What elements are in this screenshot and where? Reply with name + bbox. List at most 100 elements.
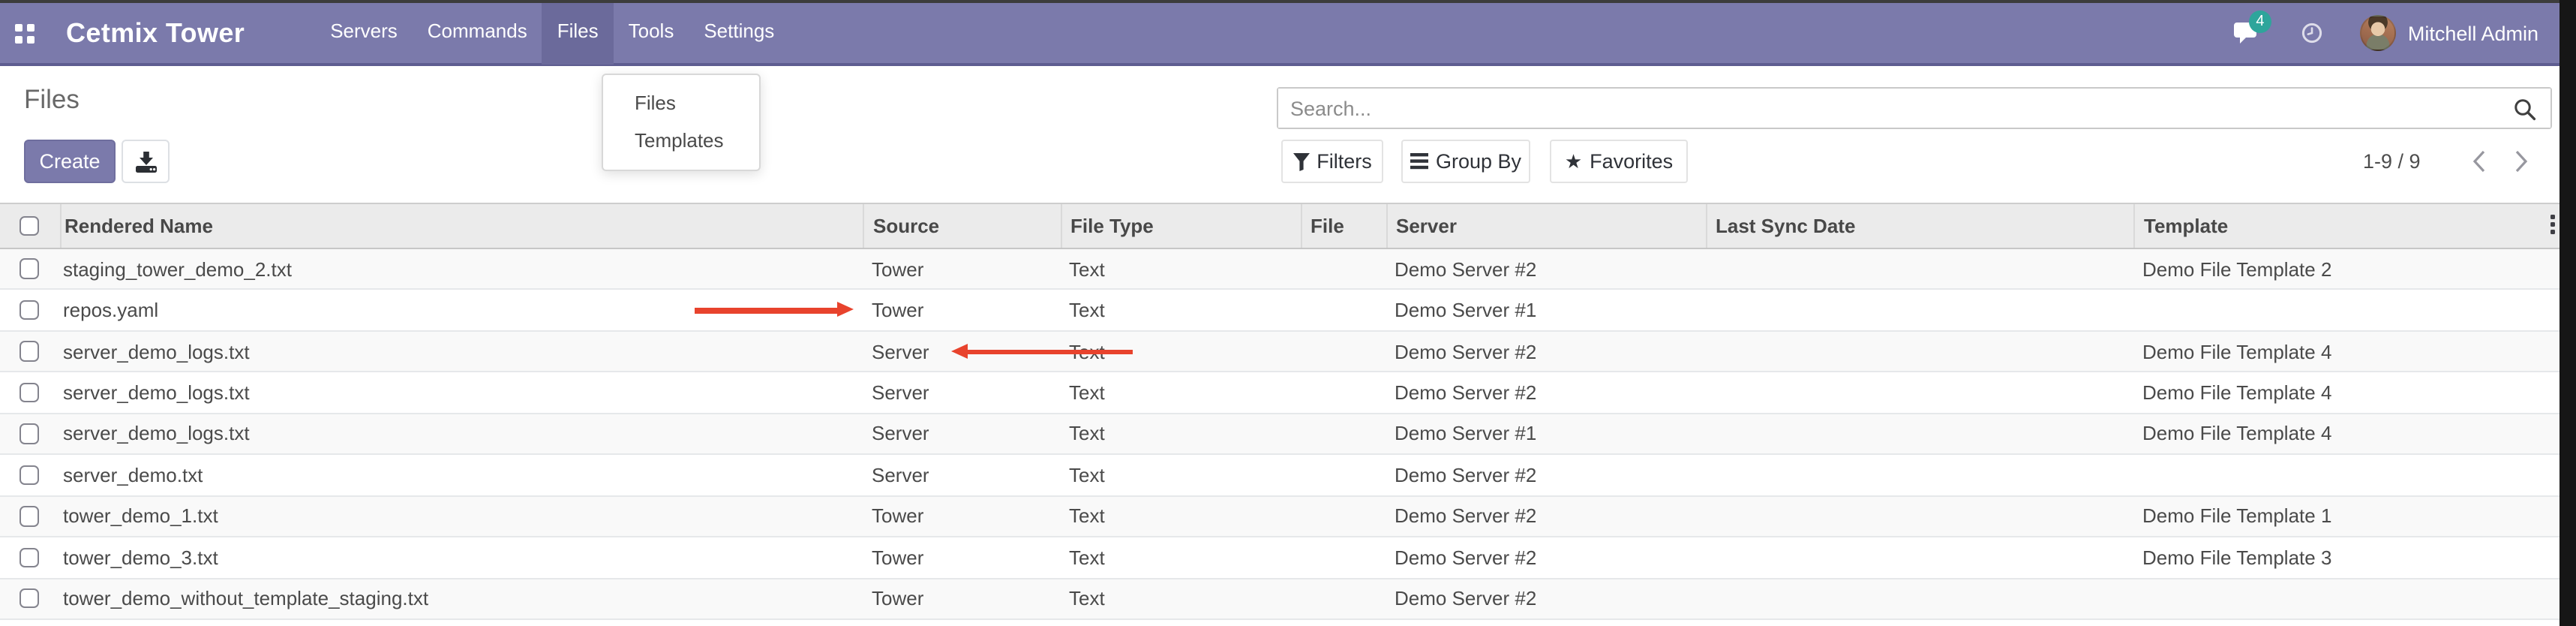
user-avatar[interactable] (2360, 15, 2396, 51)
cell-rendered-name: tower_demo_1.txt (60, 505, 863, 528)
favorites-label: Favorites (1590, 150, 1673, 173)
group-by-button[interactable]: Group By (1401, 140, 1530, 183)
files-list-table: Rendered NameSourceFile TypeFileServerLa… (0, 203, 2576, 620)
row-checkbox-cell (0, 506, 60, 526)
messages-count-badge: 4 (2249, 10, 2271, 32)
column-header-source[interactable]: Source (863, 204, 1060, 248)
column-header-file[interactable]: File (1300, 204, 1386, 248)
table-row[interactable]: tower_demo_3.txtTowerTextDemo Server #2D… (0, 537, 2576, 579)
cell-template: Demo File Template 2 (2133, 257, 2575, 280)
row-checkbox[interactable] (19, 300, 38, 321)
cell-rendered-name: server_demo_logs.txt (60, 381, 863, 404)
column-header-rendered-name[interactable]: Rendered Name (60, 204, 863, 248)
column-header-server[interactable]: Server (1386, 204, 1705, 248)
create-button[interactable]: Create (24, 140, 116, 183)
chevron-left-icon (2472, 150, 2485, 173)
table-row[interactable]: repos.yamlTowerTextDemo Server #1 (0, 290, 2576, 332)
cell-file-type: Text (1060, 587, 1300, 609)
row-checkbox[interactable] (19, 547, 38, 567)
row-checkbox[interactable] (19, 465, 38, 485)
row-checkbox[interactable] (19, 383, 38, 403)
row-checkbox-cell (0, 383, 60, 403)
cell-rendered-name: tower_demo_without_template_staging.txt (60, 587, 863, 609)
window-top-edge (0, 0, 2576, 3)
nav-item-settings[interactable]: Settings (689, 2, 789, 65)
cell-source: Server (863, 464, 1060, 486)
nav-item-servers[interactable]: Servers (315, 2, 413, 65)
export-button[interactable] (122, 140, 170, 183)
cell-file-type: Text (1060, 423, 1300, 445)
cell-rendered-name: server_demo_logs.txt (60, 423, 863, 445)
page-title: Files (24, 84, 80, 116)
pager-next-button[interactable] (2505, 140, 2535, 183)
row-checkbox-cell (0, 423, 60, 444)
row-checkbox[interactable] (19, 423, 38, 444)
cell-file-type: Text (1060, 381, 1300, 404)
optional-columns-toggle-icon[interactable] (2550, 215, 2555, 235)
list-bars-icon (1410, 153, 1428, 170)
row-checkbox[interactable] (19, 588, 38, 609)
activities-button[interactable] (2301, 23, 2322, 44)
select-all-checkbox[interactable] (19, 216, 38, 236)
dropdown-item-templates[interactable]: Templates (603, 122, 759, 159)
search-input[interactable] (1278, 89, 2550, 128)
app-brand-title[interactable]: Cetmix Tower (66, 17, 245, 49)
cell-source: Tower (863, 546, 1060, 569)
cell-file-type: Text (1060, 505, 1300, 528)
filters-button[interactable]: Filters (1281, 140, 1383, 183)
nav-item-tools[interactable]: Tools (614, 2, 689, 65)
dropdown-item-files[interactable]: Files (603, 84, 759, 122)
cell-source: Tower (863, 257, 1060, 280)
table-row[interactable]: staging_tower_demo_2.txtTowerTextDemo Se… (0, 249, 2576, 290)
cell-template: Demo File Template 4 (2133, 381, 2575, 404)
cell-server: Demo Server #2 (1386, 587, 1705, 609)
pager-previous-button[interactable] (2463, 140, 2493, 183)
chevron-right-icon (2514, 150, 2527, 173)
user-name[interactable]: Mitchell Admin (2408, 22, 2538, 44)
favorites-button[interactable]: ★ Favorites (1550, 140, 1688, 183)
files-menu-dropdown: FilesTemplates (602, 74, 761, 171)
column-header-last-sync-date[interactable]: Last Sync Date (1705, 204, 2133, 248)
column-header-file-type[interactable]: File Type (1060, 204, 1300, 248)
app-window: Cetmix Tower ServersCommandsFilesToolsSe… (0, 0, 2576, 626)
navbar-right: 4 Mitchell Admin (2234, 15, 2538, 51)
cell-server: Demo Server #2 (1386, 505, 1705, 528)
table-body: staging_tower_demo_2.txtTowerTextDemo Se… (0, 249, 2576, 620)
cell-source: Server (863, 423, 1060, 445)
cell-template: Demo File Template 3 (2133, 546, 2575, 569)
cell-server: Demo Server #1 (1386, 299, 1705, 321)
row-checkbox[interactable] (19, 506, 38, 526)
row-checkbox-cell (0, 259, 60, 279)
table-row[interactable]: tower_demo_1.txtTowerTextDemo Server #2D… (0, 496, 2576, 537)
cell-template: Demo File Template 4 (2133, 340, 2575, 363)
cell-server: Demo Server #2 (1386, 340, 1705, 363)
star-icon: ★ (1565, 152, 1582, 171)
row-checkbox[interactable] (19, 259, 38, 279)
pager-range: 1-9 / 9 (2363, 140, 2421, 183)
messages-button[interactable]: 4 (2234, 20, 2264, 46)
window-right-edge (2559, 0, 2576, 626)
main-menu: ServersCommandsFilesToolsSettings (315, 2, 789, 65)
funnel-icon (1293, 152, 1309, 170)
cell-source: Tower (863, 299, 1060, 321)
select-all-checkbox-cell (0, 204, 60, 248)
search-icon[interactable] (2513, 98, 2537, 122)
table-row[interactable]: server_demo_logs.txtServerTextDemo Serve… (0, 332, 2576, 373)
nav-item-commands[interactable]: Commands (413, 2, 542, 65)
table-row[interactable]: tower_demo_without_template_staging.txt T… (0, 579, 2576, 620)
filters-label: Filters (1317, 150, 1372, 173)
nav-item-files[interactable]: Files (542, 2, 614, 65)
cell-server: Demo Server #1 (1386, 423, 1705, 445)
row-checkbox-cell (0, 465, 60, 485)
apps-grid-icon[interactable] (15, 23, 35, 43)
cell-template: Demo File Template 1 (2133, 505, 2575, 528)
table-row[interactable]: server_demo.txtServerTextDemo Server #2 (0, 455, 2576, 496)
column-header-template[interactable]: Template (2133, 204, 2575, 248)
cell-rendered-name: server_demo_logs.txt (60, 340, 863, 363)
row-checkbox-cell (0, 300, 60, 321)
row-checkbox[interactable] (19, 342, 38, 362)
table-row[interactable]: server_demo_logs.txtServerText Demo Serve… (0, 414, 2576, 456)
clock-icon (2301, 23, 2322, 44)
table-row[interactable]: server_demo_logs.txtServerTextDemo Serve… (0, 373, 2576, 414)
cell-rendered-name: tower_demo_3.txt (60, 546, 863, 569)
